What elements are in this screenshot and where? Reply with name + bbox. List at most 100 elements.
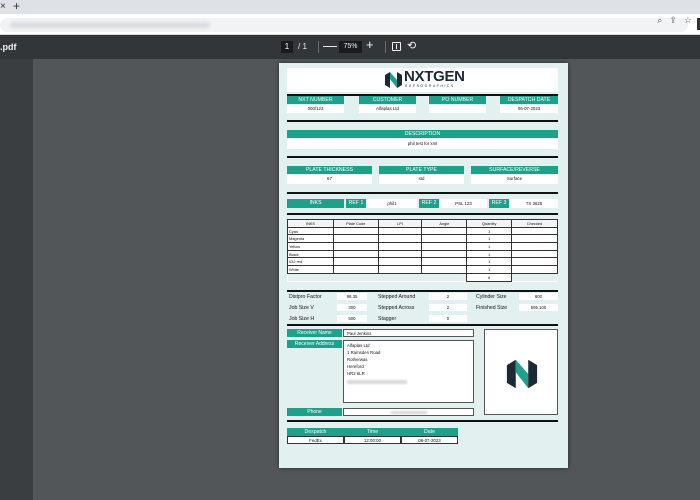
lpi-cell — [377, 257, 423, 267]
zoom-in-button[interactable]: + — [366, 38, 374, 52]
section-rule — [287, 120, 558, 122]
section-rule — [287, 192, 558, 194]
angle-cell — [421, 234, 468, 244]
date-header: Date — [401, 428, 458, 436]
despatch-date-value: 06-07-2023 — [500, 105, 558, 113]
stepped-across-label: Stepped Across — [378, 305, 415, 311]
job-size-v-value: 300 — [337, 304, 367, 311]
address-bar: ⌕ ⇪ ☆ — [0, 14, 700, 35]
customer-value: Alfaplas Ltd — [359, 105, 416, 113]
section-rule — [287, 213, 558, 215]
zoom-level-input[interactable]: 75% — [339, 41, 362, 53]
zoom-out-button[interactable]: — — [323, 38, 337, 52]
angle-cell — [421, 249, 468, 259]
checked-cell — [511, 265, 558, 274]
ink-name-cell: Yellow — [287, 242, 334, 251]
ink-name-cell: Cyan — [287, 226, 334, 236]
ref-2-value: PSL 123 — [440, 199, 487, 208]
column-header: Angle — [421, 219, 468, 228]
angle-cell — [421, 226, 468, 236]
receiver-address-label: Receiver Address — [287, 340, 342, 348]
share-icon[interactable]: ⇪ — [669, 15, 677, 26]
ref-1-label: REF 1 — [346, 199, 366, 208]
quantity-cell: 1 — [466, 265, 513, 274]
address-line: HR2 6LR — [347, 371, 365, 376]
address-line: 1 Ramsden Road — [347, 350, 381, 355]
inks-table: INKS Plate Code LPI Angle Quantity Check… — [287, 219, 558, 282]
ref-1-value: phil1 — [367, 199, 417, 208]
angle-cell — [421, 265, 468, 274]
checked-cell — [511, 257, 558, 267]
pdf-page: NXTGEN REPROGRAPHICS NXT NUMBER 000/123 … — [279, 63, 568, 468]
angle-cell — [421, 257, 468, 267]
plate-type-label: PLATE TYPE — [379, 166, 464, 174]
ink-name-cell: Magenta — [287, 234, 334, 244]
po-number-label: PO NUMBER — [429, 96, 486, 104]
quantity-cell: 1 — [466, 226, 513, 236]
quantity-cell: 1 — [466, 234, 513, 244]
column-header: Plate Code — [332, 219, 379, 228]
cylinder-size-value: 600 — [519, 293, 558, 300]
rotate-icon[interactable]: ⟲ — [407, 39, 416, 52]
column-header: LPI — [377, 219, 423, 228]
stepped-around-label: Stepped Around — [378, 294, 416, 300]
distpro-factor-value: 98.35 — [337, 293, 367, 300]
distpro-factor-label: Distpro Factor — [289, 294, 322, 300]
surface-reverse-value: Surface — [471, 175, 558, 184]
plate-thickness-value: 67 — [287, 175, 372, 184]
lpi-cell — [377, 265, 423, 274]
checked-cell — [511, 226, 558, 236]
table-row: Black 1 — [287, 249, 558, 259]
page-total: / 1 — [298, 42, 307, 51]
plate-code-cell — [332, 257, 379, 267]
star-icon[interactable]: ☆ — [684, 15, 692, 26]
nxtgen-logo-icon — [506, 359, 538, 389]
plate-code-cell — [332, 265, 379, 274]
plate-code-cell — [332, 242, 379, 251]
section-rule — [287, 290, 558, 292]
pdf-file-name: .pdf — [0, 42, 17, 52]
despatch-time: 12:00:00 — [344, 436, 401, 444]
plate-type-value: std — [379, 175, 464, 184]
lpi-cell — [377, 234, 423, 244]
plate-code-cell — [332, 226, 379, 236]
brand-tagline: REPROGRAPHICS — [405, 84, 455, 88]
tab-strip: × + — [0, 0, 700, 14]
stagger-label: Stagger — [378, 316, 397, 322]
checked-cell — [511, 234, 558, 244]
section-rule — [287, 156, 558, 158]
ink-name-cell: Black — [287, 249, 334, 259]
receiver-name-label: Receiver Name — [287, 329, 342, 337]
stepped-across-value: 2 — [429, 304, 467, 311]
ref-2-label: REF 2 — [419, 199, 439, 208]
receiver-address-value: Alfaplas Ltd 1 Ramsden Road Rotherwas He… — [343, 340, 474, 403]
address-line: Alfaplas Ltd — [347, 343, 370, 348]
address-line: Hereford — [347, 364, 364, 369]
table-row: Yellow 1 — [287, 242, 558, 251]
section-rule — [287, 324, 558, 326]
ref-3-label: REF 3 — [489, 199, 509, 208]
pdf-sidebar — [0, 59, 33, 500]
fit-page-icon[interactable] — [392, 42, 401, 51]
tab-close-icon[interactable]: × — [0, 1, 6, 12]
angle-cell — [421, 242, 468, 251]
cylinder-size-label: Cylinder Size — [476, 294, 507, 300]
time-header: Time — [344, 428, 401, 436]
new-tab-button[interactable]: + — [13, 0, 20, 13]
url-field[interactable] — [0, 18, 688, 32]
page-number-input[interactable]: 1 — [281, 41, 293, 53]
ink-name-cell: White — [287, 265, 334, 274]
phone-value — [343, 408, 474, 416]
zoom-icon[interactable]: ⌕ — [657, 15, 662, 26]
table-row: Magenta 1 — [287, 234, 558, 244]
table-row: White 1 — [287, 265, 558, 274]
stepped-around-value: 2 — [429, 293, 467, 300]
section-rule — [287, 420, 558, 422]
inks-label: INKS — [287, 199, 344, 208]
ink-name-cell: 032 red — [287, 257, 334, 267]
despatch-carrier: FedEx — [287, 436, 344, 444]
finished-size-value: 595.100 — [519, 304, 558, 311]
column-header: Checked — [511, 219, 558, 228]
despatch-date-label: DESPATCH DATE — [500, 96, 558, 104]
quantity-cell: 1 — [466, 257, 513, 267]
